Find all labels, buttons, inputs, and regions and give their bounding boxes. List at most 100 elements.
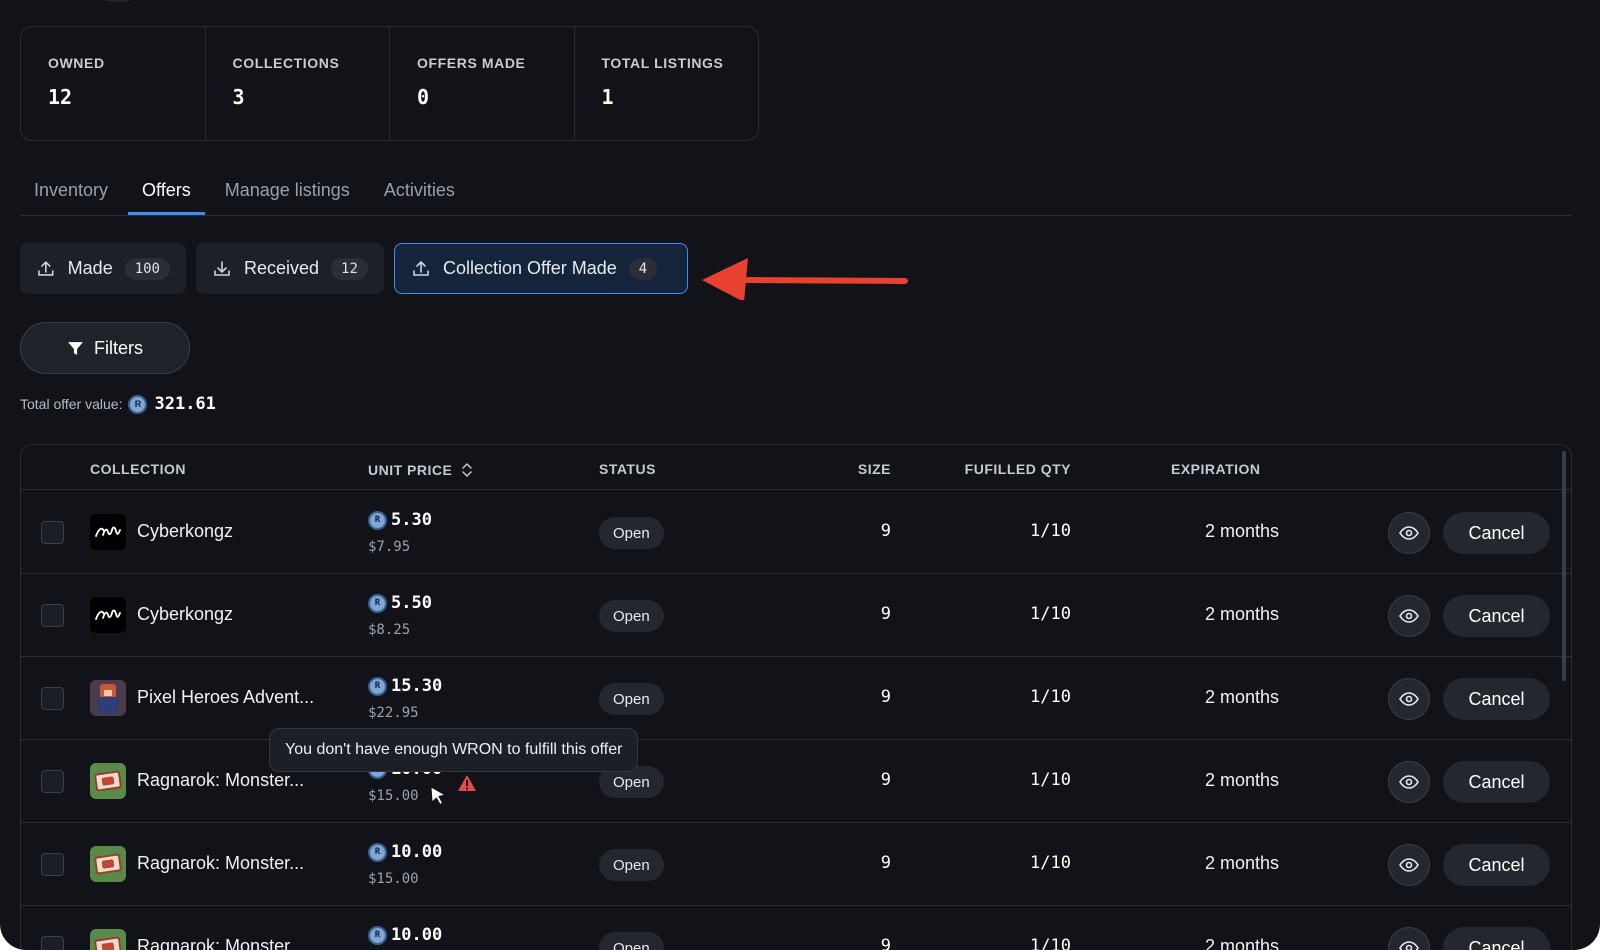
unit-price-value: 10.00 (391, 925, 443, 945)
table-row[interactable]: Ragnarok: Monster...R10.00$15.00Open91/1… (21, 906, 1571, 950)
stat-label: TOTAL LISTINGS (601, 55, 724, 71)
ron-coin-icon: R (368, 925, 387, 945)
column-header-unit-price-label: UNIT PRICE (368, 462, 453, 478)
filter-icon (68, 341, 83, 355)
tab-offers[interactable]: Offers (128, 168, 205, 215)
view-offer-button[interactable] (1388, 844, 1430, 886)
column-header-status[interactable]: STATUS (599, 461, 656, 477)
unit-price: R10.00 (368, 842, 442, 862)
row-checkbox[interactable] (41, 770, 64, 793)
filters-label: Filters (94, 337, 143, 358)
view-offer-button[interactable] (1388, 927, 1430, 950)
sort-icon[interactable] (460, 461, 474, 479)
annotation-arrow-icon (702, 258, 908, 300)
collection-name[interactable]: Ragnarok: Monster... (137, 853, 304, 874)
collection-name[interactable]: Cyberkongz (137, 604, 233, 625)
collection-thumbnail (90, 929, 126, 950)
insufficient-funds-tooltip: You don't have enough WRON to fulfill th… (269, 728, 639, 772)
collection-offer-made-count: 4 (628, 257, 658, 280)
collection-name[interactable]: Ragnarok: Monster... (137, 936, 304, 950)
table-row[interactable]: Pixel Heroes Advent... R 15.30 $22.95 Open 9 1… (21, 657, 1571, 740)
table-row[interactable]: Ragnarok: Monster...R10.00$15.00Open91/1… (21, 740, 1571, 823)
status-badge: Open (599, 683, 664, 715)
eye-icon (1399, 858, 1419, 872)
offers-made-count: 100 (124, 257, 170, 280)
collection-offer-made-button[interactable]: Collection Offer Made 4 (394, 243, 688, 294)
status-badge: Open (599, 600, 664, 632)
unit-price-value: 5.30 (391, 510, 432, 530)
stat-label: COLLECTIONS (232, 55, 340, 71)
fulfilled-qty-value: 1/10 (1030, 604, 1071, 624)
tab-manage-listings[interactable]: Manage listings (211, 168, 364, 215)
cancel-offer-button[interactable]: Cancel (1443, 761, 1550, 803)
table-row[interactable]: Ragnarok: Monster...R10.00$15.00Open91/1… (21, 823, 1571, 906)
row-checkbox[interactable] (41, 687, 64, 710)
unit-price-usd: $8.25 (368, 622, 411, 638)
view-offer-button[interactable] (1388, 678, 1430, 720)
row-checkbox[interactable] (41, 521, 64, 544)
warning-icon[interactable] (457, 774, 477, 792)
fulfilled-qty-value: 1/10 (1030, 853, 1071, 873)
column-header-size[interactable]: SIZE (811, 461, 891, 477)
size-value: 9 (880, 604, 891, 624)
column-header-fulfilled-qty[interactable]: FUFILLED QTY (941, 461, 1071, 477)
collection-thumbnail (90, 846, 126, 882)
fulfilled-qty-value: 1/10 (1030, 521, 1071, 541)
offers-received-button[interactable]: Received 12 (196, 243, 384, 294)
offers-made-label: Made (67, 258, 113, 278)
cancel-offer-button[interactable]: Cancel (1443, 678, 1550, 720)
unit-price: R 5.30 (368, 510, 432, 530)
column-header-unit-price[interactable]: UNIT PRICE (368, 461, 474, 479)
collection-name[interactable]: Cyberkongz (137, 521, 233, 542)
avatar (78, 0, 158, 2)
filters-button[interactable]: Filters (20, 322, 190, 374)
unit-price-usd: $15.00 (368, 871, 419, 887)
stat-value: 1 (601, 85, 614, 109)
unit-price: R10.00 (368, 925, 442, 945)
total-offer-label: Total offer value: (20, 396, 123, 412)
cancel-offer-button[interactable]: Cancel (1443, 512, 1550, 554)
cancel-offer-button[interactable]: Cancel (1443, 844, 1550, 886)
collection-name[interactable]: Pixel Heroes Advent... (137, 687, 314, 708)
upload-icon (413, 260, 429, 276)
column-header-collection[interactable]: COLLECTION (90, 461, 186, 477)
stat-value: 0 (417, 85, 430, 109)
row-checkbox[interactable] (41, 853, 64, 876)
row-checkbox[interactable] (41, 604, 64, 627)
expiration-value: 2 months (1204, 604, 1279, 624)
collection-offer-made-label: Collection Offer Made (443, 258, 617, 278)
fulfilled-qty-value: 1/10 (1030, 770, 1071, 790)
table-row[interactable]: Cyberkongz R 5.50 $8.25 Open 9 1/10 2 months Can… (21, 574, 1571, 657)
tab-activities[interactable]: Activities (370, 168, 469, 215)
eye-icon (1399, 692, 1419, 706)
fulfilled-qty-value: 1/10 (1030, 936, 1071, 950)
view-offer-button[interactable] (1388, 595, 1430, 637)
download-icon (214, 260, 230, 276)
tab-inventory[interactable]: Inventory (20, 168, 122, 215)
cancel-offer-button[interactable]: Cancel (1443, 595, 1550, 637)
eye-icon (1399, 775, 1419, 789)
eye-icon (1399, 609, 1419, 623)
view-offer-button[interactable] (1388, 512, 1430, 554)
row-checkbox[interactable] (41, 936, 64, 950)
stat-value: 12 (48, 85, 73, 109)
unit-price-usd: $15.00 (368, 788, 419, 804)
size-value: 9 (880, 687, 891, 707)
scrollbar[interactable] (1562, 451, 1566, 681)
collection-name[interactable]: Ragnarok: Monster... (137, 770, 304, 791)
table-row[interactable]: Cyberkongz R 5.30 $7.95 Open 9 1/10 2 months Can… (21, 491, 1571, 574)
total-offer-value: Total offer value: R 321.61 (20, 394, 216, 414)
fulfilled-qty-value: 1/10 (1030, 687, 1071, 707)
total-offer-amount: 321.61 (154, 394, 216, 414)
unit-price: R 15.30 (368, 676, 442, 696)
stat-collections: COLLECTIONS 3 (206, 27, 390, 140)
ron-coin-icon: R (368, 510, 387, 530)
offers-made-button[interactable]: Made 100 (20, 243, 186, 294)
ron-coin-icon: R (368, 676, 387, 696)
cancel-offer-button[interactable]: Cancel (1443, 927, 1550, 950)
column-header-expiration[interactable]: EXPIRATION (1171, 461, 1261, 477)
collection-thumbnail (90, 597, 126, 633)
status-badge: Open (599, 849, 664, 881)
view-offer-button[interactable] (1388, 761, 1430, 803)
expiration-value: 2 months (1204, 936, 1279, 950)
